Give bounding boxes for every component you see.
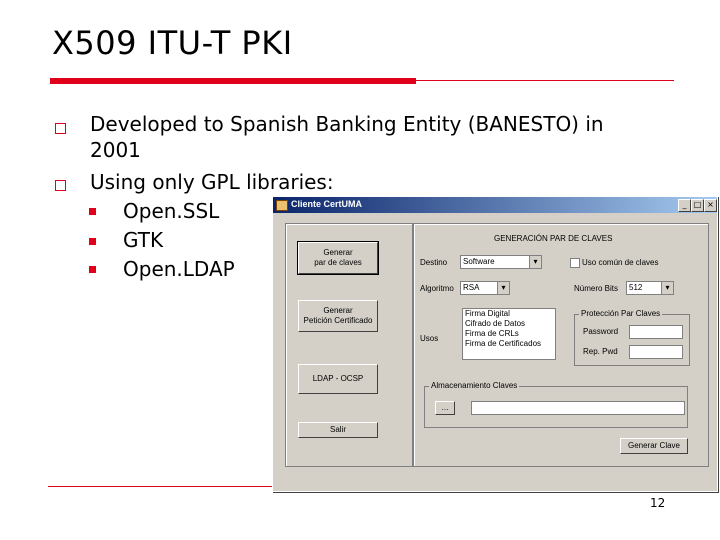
browse-button[interactable]: ... xyxy=(435,401,455,415)
actions-panel: Generar par de claves Generar Petición C… xyxy=(285,223,413,467)
bullet-text-2: Using only GPL libraries: xyxy=(90,170,334,194)
app-icon xyxy=(276,200,288,211)
key-generation-panel: GENERACIÓN PAR DE CLAVES Destino Softwar… xyxy=(413,223,709,467)
slide-title: X509 ITU-T PKI xyxy=(52,24,293,62)
sub-bullet-marker xyxy=(89,238,96,245)
sub-bullet-marker xyxy=(89,266,96,273)
minimize-button[interactable]: _ xyxy=(678,199,691,212)
salir-button[interactable]: Salir xyxy=(298,422,378,438)
button-label: Generar xyxy=(323,306,353,315)
repassword-label: Rep. Pwd xyxy=(583,347,618,356)
list-item[interactable]: Firma de Certificados xyxy=(463,339,555,349)
proteccion-label: Protección Par Claves xyxy=(579,309,663,318)
button-label: Petición Certificado xyxy=(303,316,373,325)
almacenamiento-group: Almacenamiento Claves ... xyxy=(424,381,688,428)
list-item[interactable]: Cifrado de Datos xyxy=(463,319,555,329)
maximize-button[interactable]: □ xyxy=(691,199,704,212)
algoritmo-select[interactable]: RSA ▾ xyxy=(460,281,510,295)
almacenamiento-label: Almacenamiento Claves xyxy=(429,381,520,390)
chevron-down-icon[interactable]: ▾ xyxy=(497,282,509,294)
title-underline xyxy=(50,78,416,84)
destino-label: Destino xyxy=(420,258,448,267)
destino-select[interactable]: Software ▾ xyxy=(460,255,542,269)
uso-comun-label: Uso común de claves xyxy=(582,258,659,267)
proteccion-group: Protección Par Claves Password Rep. Pwd xyxy=(574,309,690,366)
sub-bullet-marker xyxy=(89,208,96,215)
destino-value: Software xyxy=(463,257,495,266)
window-title: Cliente CertUMA xyxy=(291,199,363,209)
uso-comun-checkbox[interactable] xyxy=(570,258,580,268)
certuma-window: Cliente CertUMA _ □ × Generar par de cla… xyxy=(272,196,718,492)
page-number: 12 xyxy=(650,496,666,510)
sub-bullet-openldap: Open.LDAP xyxy=(123,257,235,281)
almacenamiento-path-field[interactable] xyxy=(471,401,685,415)
sub-bullet-openssl: Open.SSL xyxy=(123,199,220,223)
section-title: GENERACIÓN PAR DE CLAVES xyxy=(494,234,613,243)
bullet-marker xyxy=(55,180,66,191)
numero-bits-value: 512 xyxy=(629,283,643,292)
generar-clave-button[interactable]: Generar Clave xyxy=(620,438,688,454)
algoritmo-value: RSA xyxy=(463,283,480,292)
bullet-marker xyxy=(55,123,66,134)
footer-rule xyxy=(48,486,272,487)
bullet-text-1: Developed to Spanish Banking Entity (BAN… xyxy=(90,112,604,136)
list-item[interactable]: Firma Digital xyxy=(463,309,555,319)
bullet-text-1-cont: 2001 xyxy=(90,138,141,162)
generar-peticion-button[interactable]: Generar Petición Certificado xyxy=(298,300,378,332)
list-item[interactable]: Firma de CRLs xyxy=(463,329,555,339)
algoritmo-label: Algoritmo xyxy=(420,284,454,293)
chevron-down-icon[interactable]: ▾ xyxy=(529,256,541,268)
password-field[interactable] xyxy=(629,325,683,339)
ldap-ocsp-button[interactable]: LDAP - OCSP xyxy=(298,364,378,394)
numero-bits-select[interactable]: 512 ▾ xyxy=(626,281,674,295)
chevron-down-icon[interactable]: ▾ xyxy=(661,282,673,294)
repassword-field[interactable] xyxy=(629,345,683,359)
close-button[interactable]: × xyxy=(704,199,717,212)
password-label: Password xyxy=(583,327,619,336)
title-underline-thin xyxy=(416,80,674,81)
numero-bits-label: Número Bits xyxy=(574,284,619,293)
button-label: Generar xyxy=(323,248,353,257)
button-label: par de claves xyxy=(314,258,362,267)
usos-listbox[interactable]: Firma Digital Cifrado de Datos Firma de … xyxy=(462,308,556,360)
window-titlebar[interactable]: Cliente CertUMA _ □ × xyxy=(273,197,717,213)
generar-par-claves-button[interactable]: Generar par de claves xyxy=(297,241,379,275)
sub-bullet-gtk: GTK xyxy=(123,228,164,252)
usos-label: Usos xyxy=(420,334,439,343)
